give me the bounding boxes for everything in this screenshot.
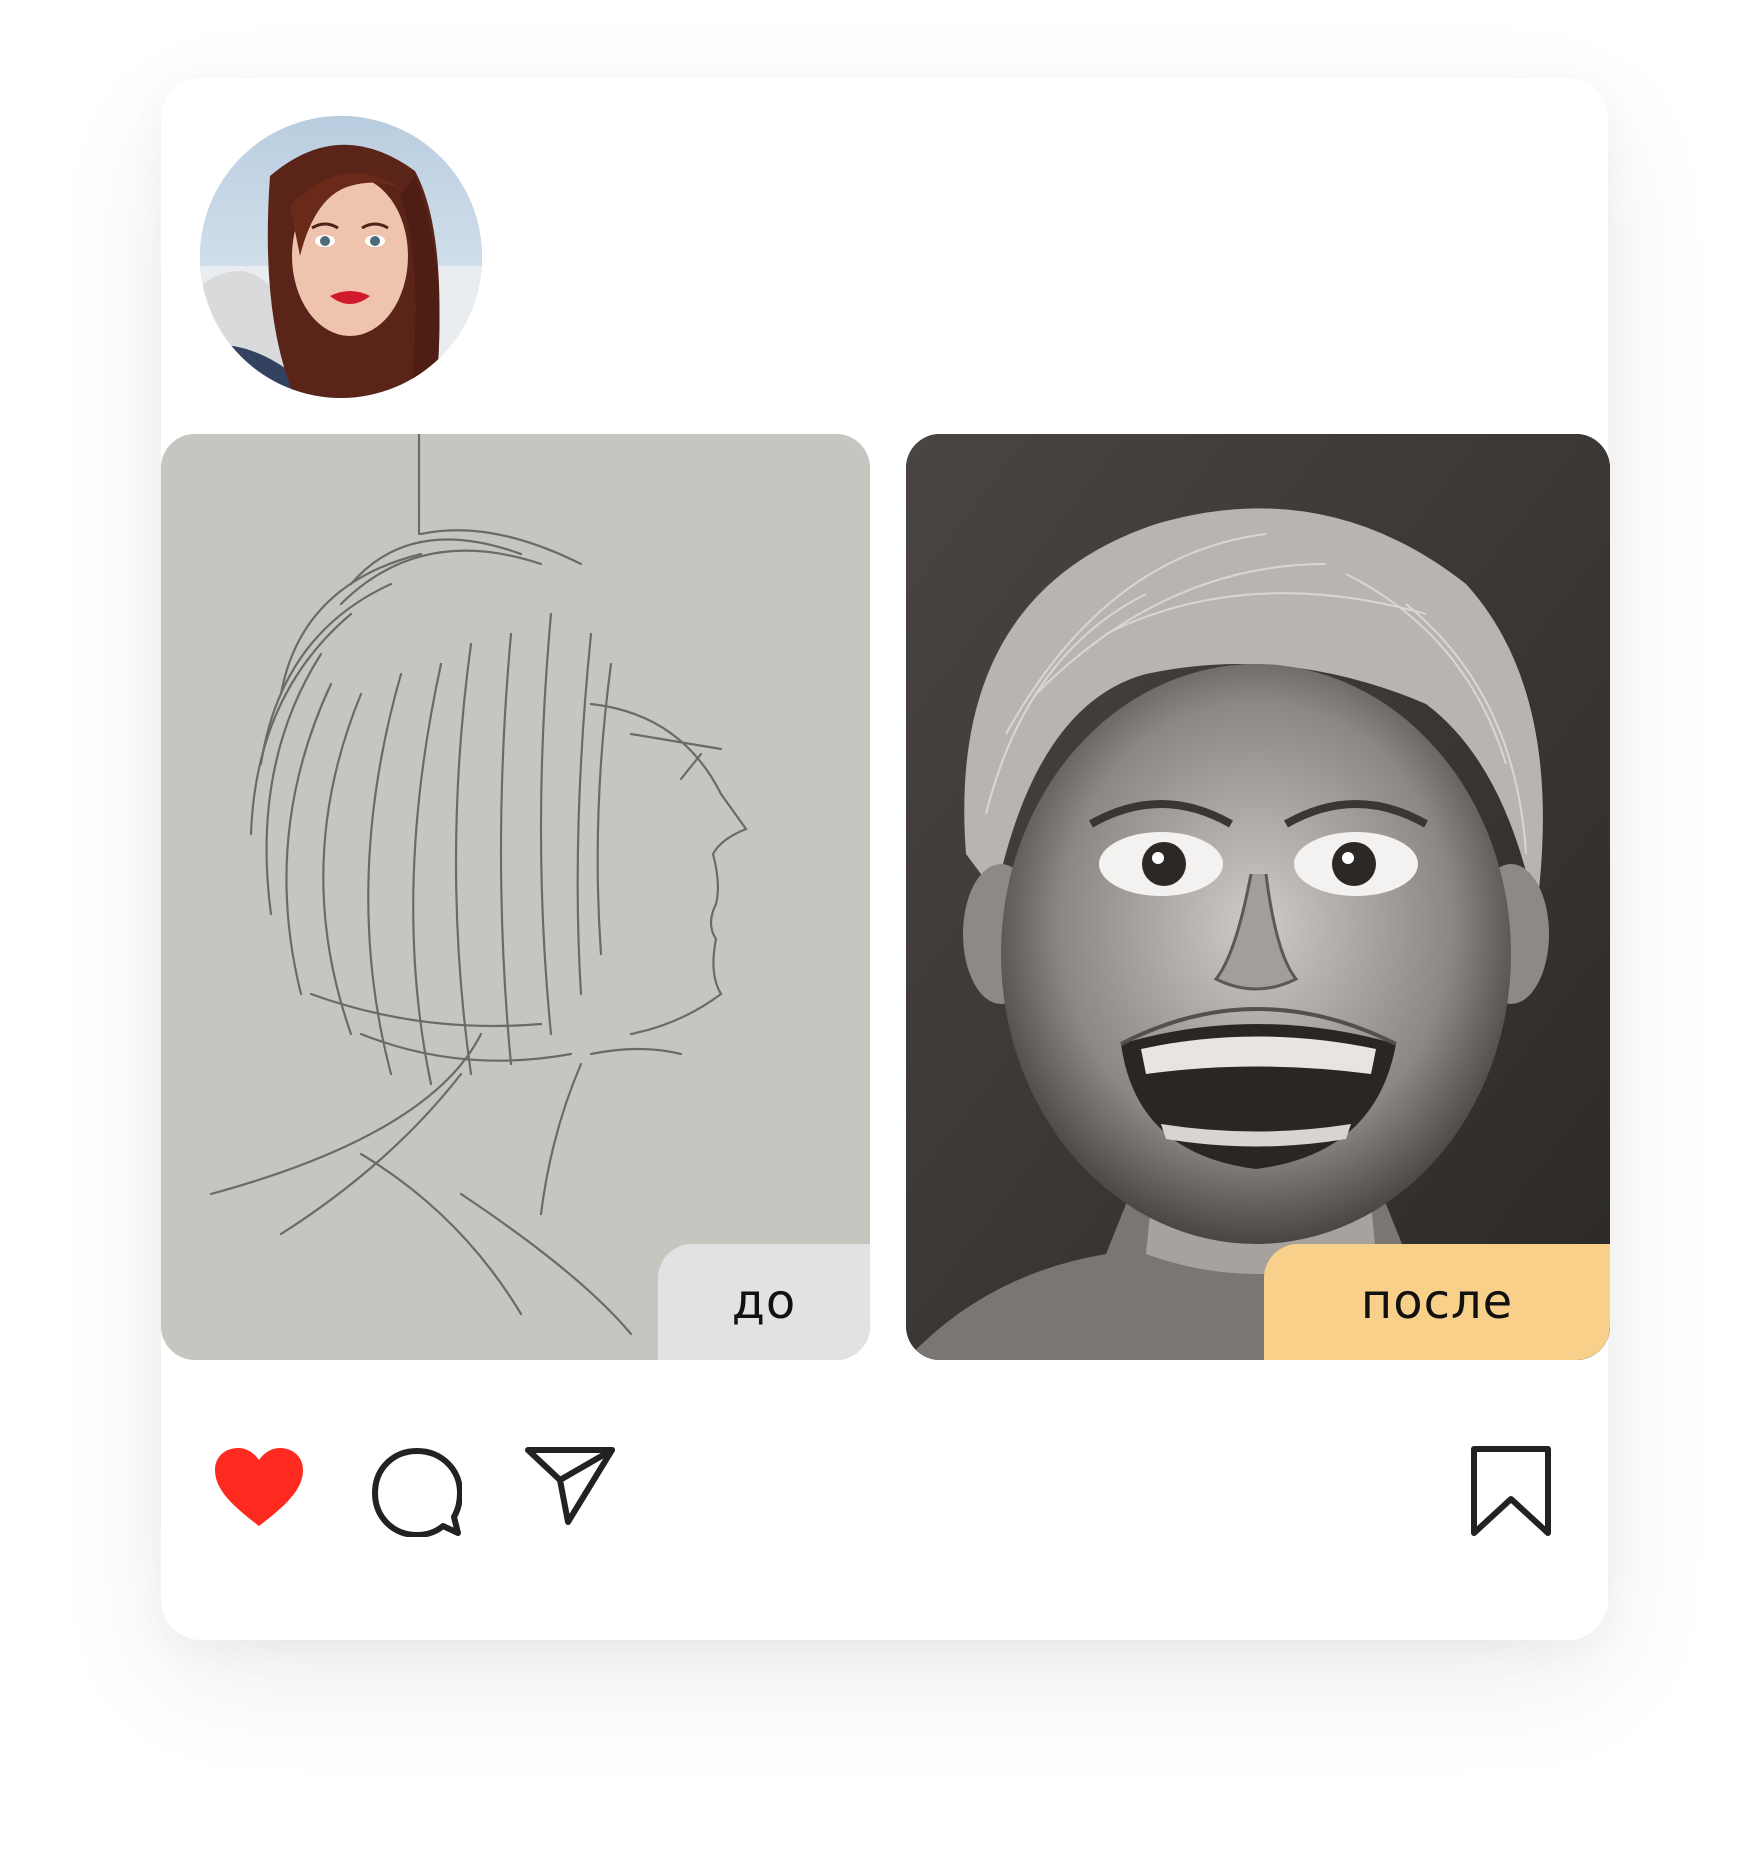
bookmark-icon <box>1471 1446 1551 1536</box>
pencil-portrait-boy-icon <box>906 434 1610 1360</box>
share-button[interactable] <box>524 1444 616 1528</box>
send-icon <box>525 1447 615 1525</box>
before-image[interactable]: до <box>161 434 870 1360</box>
pencil-sketch-profile-icon <box>161 434 870 1360</box>
author-avatar[interactable] <box>200 116 482 398</box>
avatar-photo-icon <box>200 116 482 398</box>
after-badge: после <box>1264 1244 1610 1360</box>
before-badge: до <box>658 1244 870 1360</box>
after-image[interactable]: после <box>906 434 1610 1360</box>
heart-icon <box>215 1448 303 1526</box>
like-button[interactable] <box>213 1446 305 1530</box>
comment-button[interactable] <box>372 1447 462 1537</box>
save-button[interactable] <box>1470 1445 1552 1537</box>
comment-icon <box>372 1448 462 1537</box>
post-card: до после <box>161 78 1610 1640</box>
